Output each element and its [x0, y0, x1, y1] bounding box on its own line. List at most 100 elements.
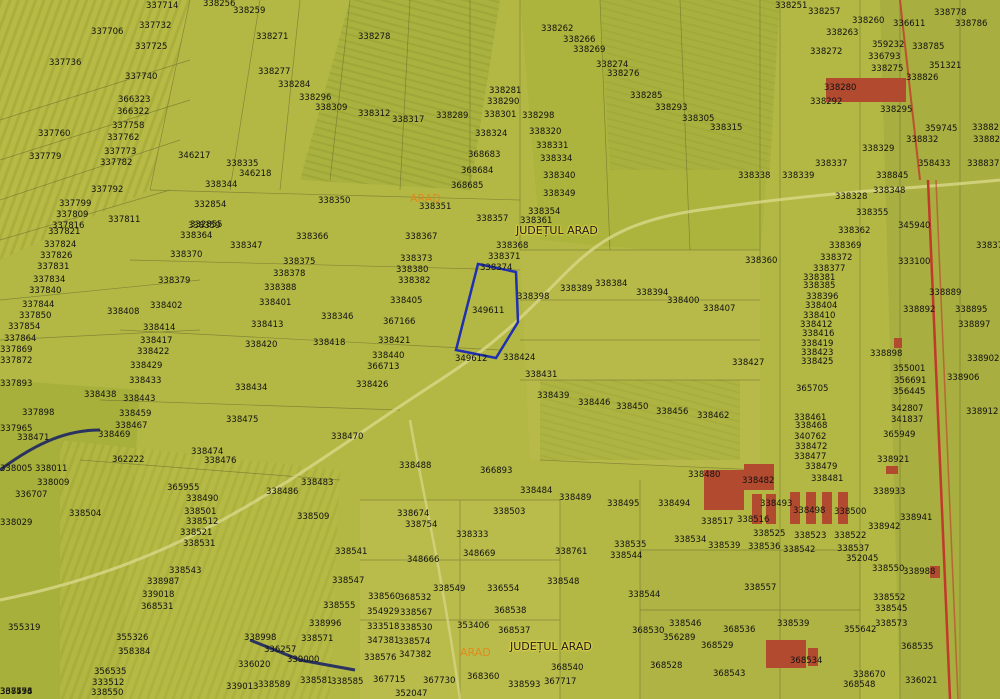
place-label-arad: ARAD [460, 646, 491, 659]
parcel-label: 338821 [972, 123, 1000, 133]
parcel-label: 338761 [555, 547, 588, 557]
parcel-label: 338493 [760, 499, 793, 509]
parcel-label: 338281 [489, 86, 522, 96]
parcel-label: 337809 [56, 210, 89, 220]
parcel-label: 338544 [610, 551, 643, 561]
parcel-label: 338477 [794, 452, 827, 462]
parcel-label: 338351 [419, 202, 452, 212]
parcel-label: 355326 [116, 633, 149, 643]
parcel-label: 338509 [297, 512, 330, 522]
parcel-label: 354929 [367, 607, 400, 617]
parcel-label: 338503 [493, 507, 526, 517]
parcel-label: 338530 [400, 623, 433, 633]
parcel-label: 339018 [142, 590, 175, 600]
parcel-label: 337898 [22, 408, 55, 418]
parcel-label: 348669 [463, 549, 496, 559]
parcel-label: 338778 [934, 8, 967, 18]
parcel-label: 338998 [244, 633, 277, 643]
parcel-label: 338427 [732, 358, 765, 368]
parcel-label: 359232 [872, 40, 905, 50]
parcel-label: 366323 [118, 95, 151, 105]
parcel-label: 338370 [170, 250, 203, 260]
parcel-label: 338486 [266, 487, 299, 497]
parcel-label: 349612 [455, 354, 488, 364]
parcel-label: 368530 [632, 626, 665, 636]
parcel-label: 337732 [139, 21, 172, 31]
parcel-label: 342807 [891, 404, 924, 414]
parcel-label: 338301 [484, 110, 517, 120]
parcel-label: 338897 [958, 320, 991, 330]
parcel-label: 338275 [871, 64, 904, 74]
parcel-label: 338573 [875, 619, 908, 629]
parcel-label: 368360 [467, 672, 500, 682]
parcel-label: 338479 [805, 462, 838, 472]
parcel-label: 355001 [893, 364, 926, 374]
parcel-label: 368684 [461, 166, 494, 176]
parcel-label: 346217 [178, 151, 211, 161]
parcel-label: 338501 [184, 507, 217, 517]
parcel-label: 338440 [372, 351, 405, 361]
parcel-label: 336611 [893, 19, 926, 29]
parcel-label: 338987 [147, 577, 180, 587]
parcel-label: 338484 [520, 486, 553, 496]
parcel-label: 338525 [753, 529, 786, 539]
parcel-label: 338483 [301, 478, 334, 488]
parcel-label: 365955 [167, 483, 200, 493]
parcel-label: 338453 [0, 687, 33, 697]
parcel-label: 338941 [900, 513, 933, 523]
parcel-label: 338523 [794, 531, 827, 541]
parcel-label: 338378 [273, 269, 306, 279]
parcel-label: 338347 [230, 241, 263, 251]
parcel-label: 338552 [873, 593, 906, 603]
parcel-label: 338921 [877, 455, 910, 465]
parcel-label: 338472 [795, 442, 828, 452]
parcel-label: 338826 [906, 73, 939, 83]
parcel-label: 338266 [563, 35, 596, 45]
parcel-label: 338545 [875, 604, 908, 614]
parcel-label: 338355 [856, 208, 889, 218]
parcel-label: 338376 [976, 241, 1000, 251]
parcel-label: 338537 [837, 544, 870, 554]
parcel-label: 337826 [40, 251, 73, 261]
parcel-label: 337893 [0, 379, 33, 389]
parcel-label: 338371 [488, 252, 521, 262]
parcel-label: 337850 [19, 311, 52, 321]
parcel-label: 345940 [898, 221, 931, 231]
parcel-label: 355319 [8, 623, 41, 633]
parcel-label: 338407 [703, 304, 736, 314]
parcel-label: 333100 [898, 257, 931, 267]
parcel-label: 338512 [186, 517, 219, 527]
parcel-label: 338450 [616, 402, 649, 412]
cadastral-map[interactable]: ARAD ARAD JUDEȚUL ARAD JUDEȚUL ARAD 3382… [0, 0, 1000, 699]
parcel-label: 338309 [315, 103, 348, 113]
parcel-label: 338398 [517, 292, 550, 302]
parcel-label: 338469 [98, 430, 131, 440]
parcel-label: 336554 [487, 584, 520, 594]
parcel-label: 338348 [873, 186, 906, 196]
parcel-label: 351321 [929, 61, 962, 71]
parcel-label: 338285 [630, 91, 663, 101]
parcel-label: 338385 [803, 281, 836, 291]
parcel-label: 338439 [537, 391, 570, 401]
parcel-label: 336021 [905, 676, 938, 686]
parcel-label: 365705 [796, 384, 829, 394]
parcel-label: 367717 [544, 677, 577, 687]
parcel-label: 338416 [802, 329, 835, 339]
parcel-label: 338470 [331, 432, 364, 442]
parcel-label: 338476 [204, 456, 237, 466]
parcel-label: 338422 [137, 347, 170, 357]
parcel-label: 338535 [614, 540, 647, 550]
parcel-label: 338296 [299, 93, 332, 103]
parcel-label: 336257 [264, 645, 297, 655]
parcel-label: 338516 [737, 515, 770, 525]
parcel-label: 368537 [498, 626, 531, 636]
parcel-label: 333512 [92, 678, 125, 688]
parcel-label: 338404 [805, 301, 838, 311]
parcel-label: 338389 [560, 284, 593, 294]
parcel-label: 337811 [108, 215, 141, 225]
parcel-label: 368532 [399, 593, 432, 603]
parcel-label: 336793 [868, 52, 901, 62]
parcel-label: 338438 [84, 390, 117, 400]
parcel-label: 338933 [873, 487, 906, 497]
parcel-label: 338405 [390, 296, 423, 306]
